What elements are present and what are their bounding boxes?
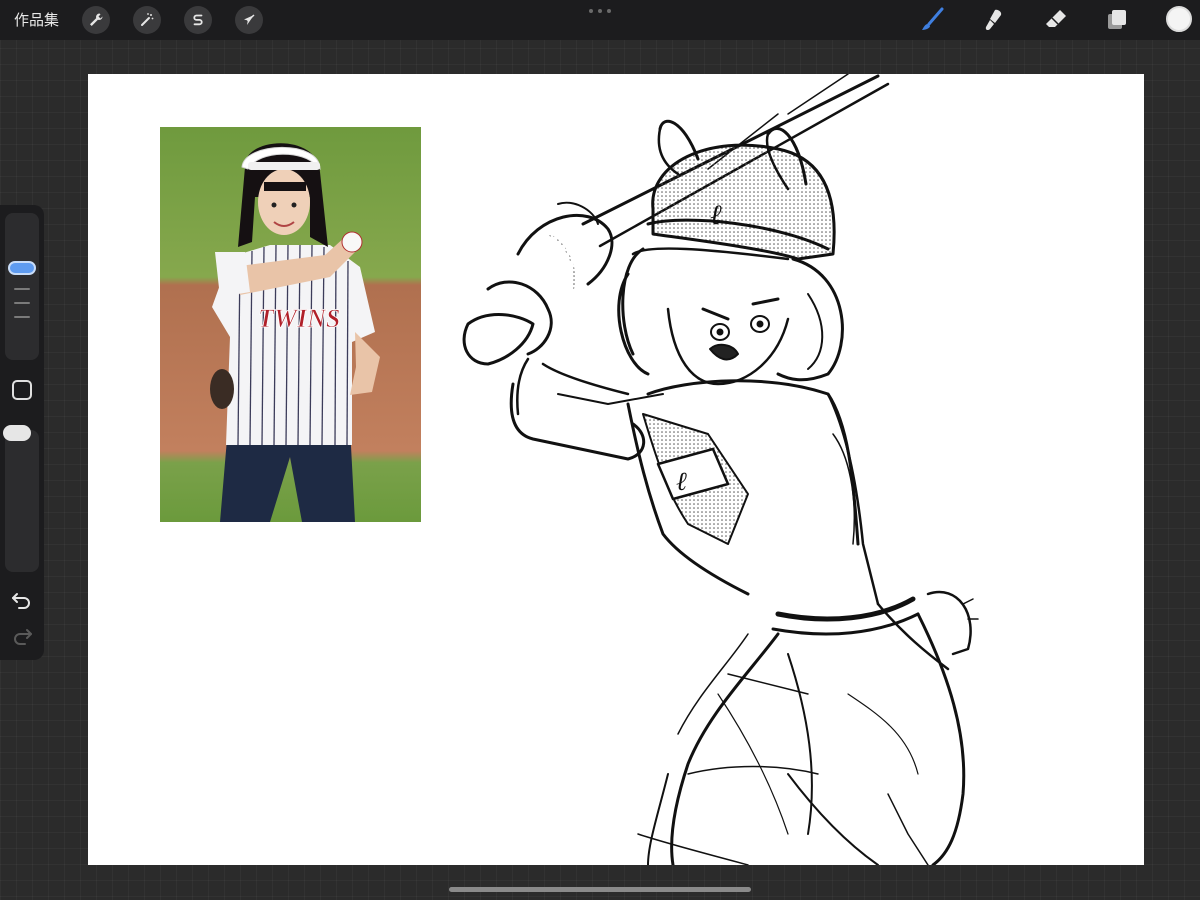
gallery-button[interactable]: 作品集 [14, 9, 59, 31]
magic-wand-icon [141, 13, 154, 26]
eraser-tool-button[interactable] [1042, 6, 1070, 34]
undo-button[interactable] [10, 589, 34, 611]
brush-size-slider[interactable] [5, 213, 39, 360]
slider-tick [14, 316, 30, 318]
actions-button[interactable] [82, 6, 110, 34]
selection-s-icon [193, 14, 203, 26]
brush-tool-button[interactable] [918, 6, 946, 34]
redo-button[interactable] [10, 625, 34, 647]
drawing-canvas[interactable]: TWINS ℓ ℓ [88, 74, 1144, 865]
color-picker-swatch[interactable] [1166, 6, 1192, 32]
home-indicator[interactable] [449, 887, 751, 892]
transform-button[interactable] [235, 6, 263, 34]
layers-icon [1108, 10, 1126, 29]
smudge-tool-button[interactable] [980, 6, 1008, 34]
layers-button[interactable] [1103, 6, 1131, 34]
cap-emblem: ℓ [710, 198, 722, 231]
selection-button[interactable] [184, 6, 212, 34]
wrench-icon [90, 13, 103, 26]
drag-grip[interactable] [589, 8, 611, 14]
eraser-icon [1046, 10, 1066, 27]
slider-tick [14, 288, 30, 290]
adjustments-button[interactable] [133, 6, 161, 34]
modify-button[interactable] [12, 380, 32, 400]
slider-tick [14, 302, 30, 304]
sketch-artwork: ℓ ℓ [462, 74, 979, 865]
brush-opacity-handle[interactable] [3, 425, 31, 441]
brush-size-handle[interactable] [8, 261, 36, 275]
redo-icon [14, 629, 32, 645]
top-toolbar: 作品集 [0, 0, 1200, 40]
brush-icon [922, 7, 944, 30]
jersey-patch-emblem: ℓ [676, 467, 687, 497]
undo-icon [12, 593, 30, 609]
arrow-cursor-icon [244, 14, 255, 25]
left-sidebar [0, 205, 44, 660]
brush-opacity-slider[interactable] [5, 430, 39, 572]
smudge-icon [985, 9, 1002, 31]
